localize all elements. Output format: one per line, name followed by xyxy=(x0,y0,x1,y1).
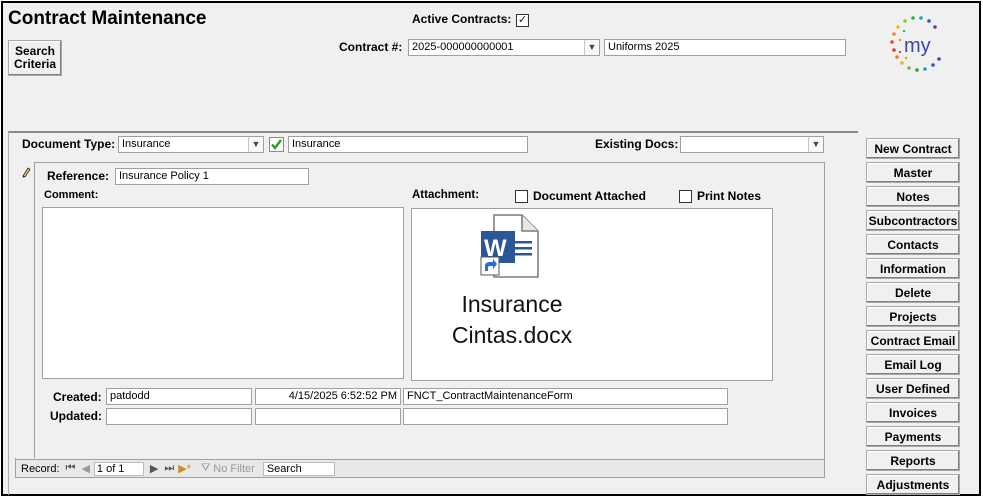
document-attached-label: Document Attached xyxy=(533,189,646,203)
document-type-description-field[interactable]: Insurance xyxy=(288,136,528,153)
attachment-filename-line1: Insurance xyxy=(461,291,563,317)
record-position-field[interactable]: 1 of 1 xyxy=(93,461,144,476)
logo-text: my xyxy=(904,35,931,57)
contract-number-select[interactable]: 2025-000000000001 ▼ xyxy=(408,39,600,56)
created-form-field: FNCT_ContractMaintenanceForm xyxy=(403,388,728,405)
reports-button[interactable]: Reports xyxy=(866,450,960,471)
existing-docs-label: Existing Docs: xyxy=(595,137,679,151)
contract-name-field[interactable]: Uniforms 2025 xyxy=(604,39,846,56)
document-type-label: Document Type: xyxy=(22,137,116,151)
updated-date-field xyxy=(255,408,401,425)
no-filter-label[interactable]: No Filter xyxy=(213,463,255,475)
updated-label: Updated: xyxy=(50,409,102,423)
page-title: Contract Maintenance xyxy=(8,8,207,29)
existing-docs-select[interactable]: ▼ xyxy=(680,136,824,153)
reference-field[interactable]: Insurance Policy 1 xyxy=(115,168,309,185)
valid-check-icon xyxy=(269,137,284,152)
record-navigation-bar: Record: ⏮ ◀ 1 of 1 ▶ ⏭ ▶* ⛛ No Filter Se… xyxy=(16,459,824,477)
edit-pencil-icon xyxy=(22,167,31,178)
invoices-button[interactable]: Invoices xyxy=(866,402,960,423)
updated-form-field xyxy=(403,408,728,425)
chevron-down-icon[interactable]: ▼ xyxy=(808,137,823,152)
first-record-icon[interactable]: ⏮ xyxy=(66,462,76,475)
attachment-label: Attachment: xyxy=(412,189,480,201)
reference-label: Reference: xyxy=(47,169,110,183)
contacts-button[interactable]: Contacts xyxy=(866,234,960,255)
new-record-icon[interactable]: ▶* xyxy=(178,462,191,475)
document-attached-checkbox[interactable] xyxy=(515,190,528,203)
created-by-field: patdodd xyxy=(106,388,252,405)
created-label: Created: xyxy=(53,390,102,404)
subcontractors-button[interactable]: Subcontractors xyxy=(866,210,960,231)
document-type-value: Insurance xyxy=(122,138,171,150)
notes-button[interactable]: Notes xyxy=(866,186,960,207)
search-input[interactable]: Search xyxy=(262,461,335,476)
master-button[interactable]: Master xyxy=(866,162,960,183)
attachment-frame[interactable]: W Insurance Cintas.docx xyxy=(411,208,773,381)
word-document-shortcut-icon[interactable]: W xyxy=(476,213,542,279)
comment-textarea[interactable] xyxy=(42,207,404,379)
new-contract-button[interactable]: New Contract xyxy=(866,138,960,159)
projects-button[interactable]: Projects xyxy=(866,306,960,327)
contract-email-button[interactable]: Contract Email xyxy=(866,330,960,351)
information-button[interactable]: Information xyxy=(866,258,960,279)
record-label: Record: xyxy=(21,462,60,475)
print-notes-label: Print Notes xyxy=(697,189,762,203)
filter-icon[interactable]: ⛛ xyxy=(201,462,210,475)
user-defined-button[interactable]: User Defined xyxy=(866,378,960,399)
print-notes-checkbox[interactable] xyxy=(679,190,692,203)
payments-button[interactable]: Payments xyxy=(866,426,960,447)
document-type-select[interactable]: Insurance ▼ xyxy=(118,136,264,153)
active-contracts-label: Active Contracts: xyxy=(412,12,512,26)
last-record-icon[interactable]: ⏭ xyxy=(164,462,174,475)
comment-label: Comment: xyxy=(44,189,99,201)
adjustments-button[interactable]: Adjustments xyxy=(866,474,960,495)
created-date-field: 4/15/2025 6:52:52 PM xyxy=(255,388,401,405)
attachment-filename-line2: Cintas.docx xyxy=(451,322,573,348)
delete-button[interactable]: Delete xyxy=(866,282,960,303)
updated-by-field xyxy=(106,408,252,425)
email-log-button[interactable]: Email Log xyxy=(866,354,960,375)
chevron-down-icon[interactable]: ▼ xyxy=(584,40,599,55)
record-selector-column[interactable] xyxy=(15,162,35,458)
contract-number-value: 2025-000000000001 xyxy=(412,41,514,53)
next-record-icon[interactable]: ▶ xyxy=(150,462,158,475)
search-criteria-button[interactable]: Search Criteria xyxy=(8,40,62,76)
my-logo-icon: my xyxy=(890,16,941,72)
active-contracts-checkbox[interactable]: ✓ xyxy=(516,14,529,27)
contract-number-label: Contract #: xyxy=(339,40,403,54)
previous-record-icon[interactable]: ◀ xyxy=(81,462,89,475)
chevron-down-icon[interactable]: ▼ xyxy=(248,137,263,152)
